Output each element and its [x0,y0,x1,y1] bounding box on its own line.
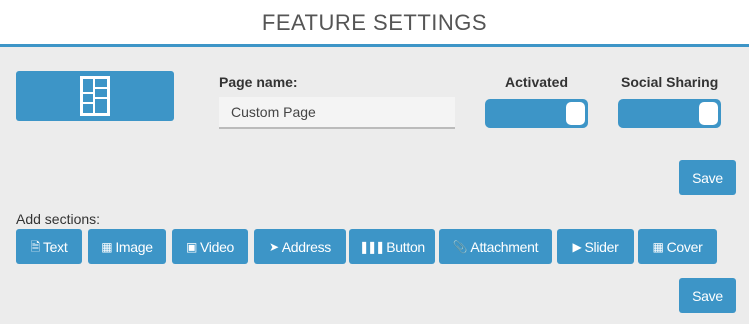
add-address-label: Address [281,238,332,255]
save-sections-button[interactable]: Save [679,278,736,313]
activated-toggle[interactable] [485,99,588,128]
add-slider-button[interactable]: ▶ Slider [557,229,634,264]
document-icon: 🗎 [30,239,41,254]
page-name-label: Page name: [219,74,298,90]
page-title: FEATURE SETTINGS [261,10,488,35]
activated-label: Activated [505,74,569,90]
social-sharing-label: Social Sharing [621,74,719,90]
add-video-button[interactable]: ▣ Video [172,229,248,264]
toggle-knob [566,102,585,125]
add-image-label: Image [115,238,153,255]
video-icon: ▣ [185,239,197,254]
paperclip-icon: 📎 [452,239,468,254]
add-attachment-button[interactable]: 📎 Attachment [439,229,552,264]
save-settings-button[interactable]: Save [679,160,736,195]
barcode-icon: ❚❚❚ [359,239,385,254]
page-name-input[interactable] [219,97,455,129]
add-button-label: Button [386,238,425,255]
add-button-button[interactable]: ❚❚❚ Button [349,229,435,264]
add-address-button[interactable]: ➤ Address [254,229,346,264]
play-circle-icon: ▶ [572,239,582,254]
layout-icon [80,76,110,116]
add-slider-label: Slider [584,238,619,255]
add-image-button[interactable]: ▦ Image [88,229,166,264]
add-cover-label: Cover [666,238,703,255]
social-sharing-toggle[interactable] [618,99,721,128]
add-attachment-label: Attachment [470,238,539,255]
add-video-label: Video [199,238,235,255]
toggle-knob [699,102,718,125]
add-sections-label: Add sections: [16,211,101,227]
add-text-label: Text [42,238,68,255]
image-icon: ▦ [101,239,113,254]
image-file-icon: ▦ [652,239,664,254]
location-arrow-icon: ➤ [268,239,279,254]
add-text-button[interactable]: 🗎 Text [16,229,82,264]
add-cover-button[interactable]: ▦ Cover [638,229,717,264]
page-header: FEATURE SETTINGS [0,0,749,47]
layout-picker-button[interactable] [16,71,174,121]
